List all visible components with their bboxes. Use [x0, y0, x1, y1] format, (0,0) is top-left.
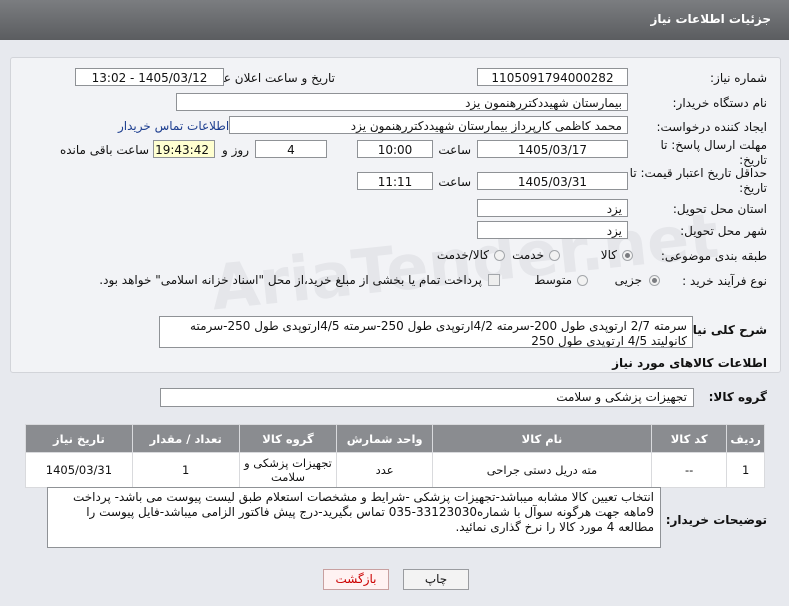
summary-label: شرح کلی نیاز: [681, 323, 767, 337]
validity-date-field: 1405/03/31 [477, 172, 628, 190]
remaining-label: ساعت باقی مانده [59, 143, 149, 157]
category-option-service: خدمت [512, 248, 544, 262]
category-radio-service[interactable] [549, 250, 560, 261]
validity-time-field: 11:11 [357, 172, 433, 190]
deadline-label: مهلت ارسال پاسخ: تا تاریخ: [660, 138, 767, 167]
goods-table: ردیف کد کالا نام کالا واحد شمارش گروه کا… [25, 424, 765, 488]
buyer-label: نام دستگاه خریدار: [672, 96, 768, 110]
city-field: یزد [477, 221, 628, 239]
summary-textarea[interactable]: سرمته 2/7 ارتوپدی طول 200-سرمته 4/2ارتوپ… [159, 316, 693, 348]
process-option-medium: متوسط [534, 273, 572, 287]
col-unit: واحد شمارش [336, 424, 433, 453]
days-field: 4 [255, 140, 327, 158]
process-option-minor: جزیی [614, 273, 642, 287]
creator-field: محمد کاظمی کارپرداز بیمارستان شهیددکترره… [229, 116, 628, 134]
category-label: طبقه بندی موضوعی: [660, 249, 767, 263]
buyer-notes-textarea[interactable]: انتخاب تعیین کالا مشابه میباشد-تجهیزات پ… [47, 487, 661, 548]
treasury-checkbox[interactable] [488, 274, 500, 286]
process-radio-medium[interactable] [577, 275, 588, 286]
need-number-label: شماره نیاز: [710, 71, 767, 85]
days-label: روز و [222, 143, 249, 157]
goods-section-title: اطلاعات کالاهای مورد نیاز [612, 356, 767, 370]
col-code: کد کالا [651, 424, 728, 453]
deadline-time-label: ساعت [438, 143, 471, 157]
cell-date: 1405/03/31 [25, 452, 133, 488]
cell-qty: 1 [131, 452, 240, 488]
goods-table-header: ردیف کد کالا نام کالا واحد شمارش گروه کا… [25, 424, 765, 453]
header-bar: جزئیات اطلاعات نیاز [0, 0, 789, 40]
remaining-time-field: 19:43:42 [153, 140, 215, 158]
category-radio-goods-service[interactable] [494, 250, 505, 261]
province-field: یزد [477, 199, 628, 217]
goods-group-label: گروه کالا: [708, 390, 767, 404]
col-date: تاریخ نیاز [25, 424, 133, 453]
category-radio-goods[interactable] [622, 250, 633, 261]
cell-name: مته دریل دستی جراحی [431, 452, 653, 488]
creator-label: ایجاد کننده درخواست: [656, 120, 767, 134]
deadline-time-field: 10:00 [357, 140, 433, 158]
category-option-goods: کالا [600, 248, 617, 262]
city-label: شهر محل تحویل: [680, 224, 767, 238]
page-title: جزئیات اطلاعات نیاز [650, 12, 771, 26]
back-button[interactable]: بازگشت [323, 569, 389, 590]
validity-label: حداقل تاریخ اعتبار قیمت: تا تاریخ: [629, 166, 767, 195]
cell-code: -- [651, 452, 728, 488]
goods-group-field: تجهیزات پزشکی و سلامت [160, 388, 694, 407]
cell-group: تجهیزات پزشکی و سلامت [238, 452, 338, 488]
process-radio-minor[interactable] [649, 275, 660, 286]
cell-unit: عدد [336, 452, 433, 488]
buyer-notes-label: توضیحات خریدار: [665, 513, 767, 527]
province-label: استان محل تحویل: [672, 202, 767, 216]
process-label: نوع فرآیند خرید : [682, 274, 767, 288]
validity-time-label: ساعت [438, 175, 471, 189]
col-qty: تعداد / مقدار [131, 424, 240, 453]
print-button[interactable]: چاپ [403, 569, 469, 590]
col-group: گروه کالا [238, 424, 338, 453]
cell-row: 1 [726, 452, 765, 488]
announce-field: 1405/03/12 - 13:02 [75, 68, 224, 86]
col-name: نام کالا [431, 424, 653, 453]
buyer-field: بیمارستان شهیددکتررهنمون یزد [176, 93, 628, 111]
buyer-contact-link[interactable]: اطلاعات تماس خریدار [118, 119, 229, 133]
need-number-field: 1105091794000282 [477, 68, 628, 86]
table-row: 1 -- مته دریل دستی جراحی عدد تجهیزات پزش… [25, 452, 765, 488]
payment-note: پرداخت تمام یا بخشی از مبلغ خرید،از محل … [99, 273, 482, 287]
deadline-date-field: 1405/03/17 [477, 140, 628, 158]
col-row: ردیف [726, 424, 765, 453]
category-option-goods-service: کالا/خدمت [436, 248, 489, 262]
